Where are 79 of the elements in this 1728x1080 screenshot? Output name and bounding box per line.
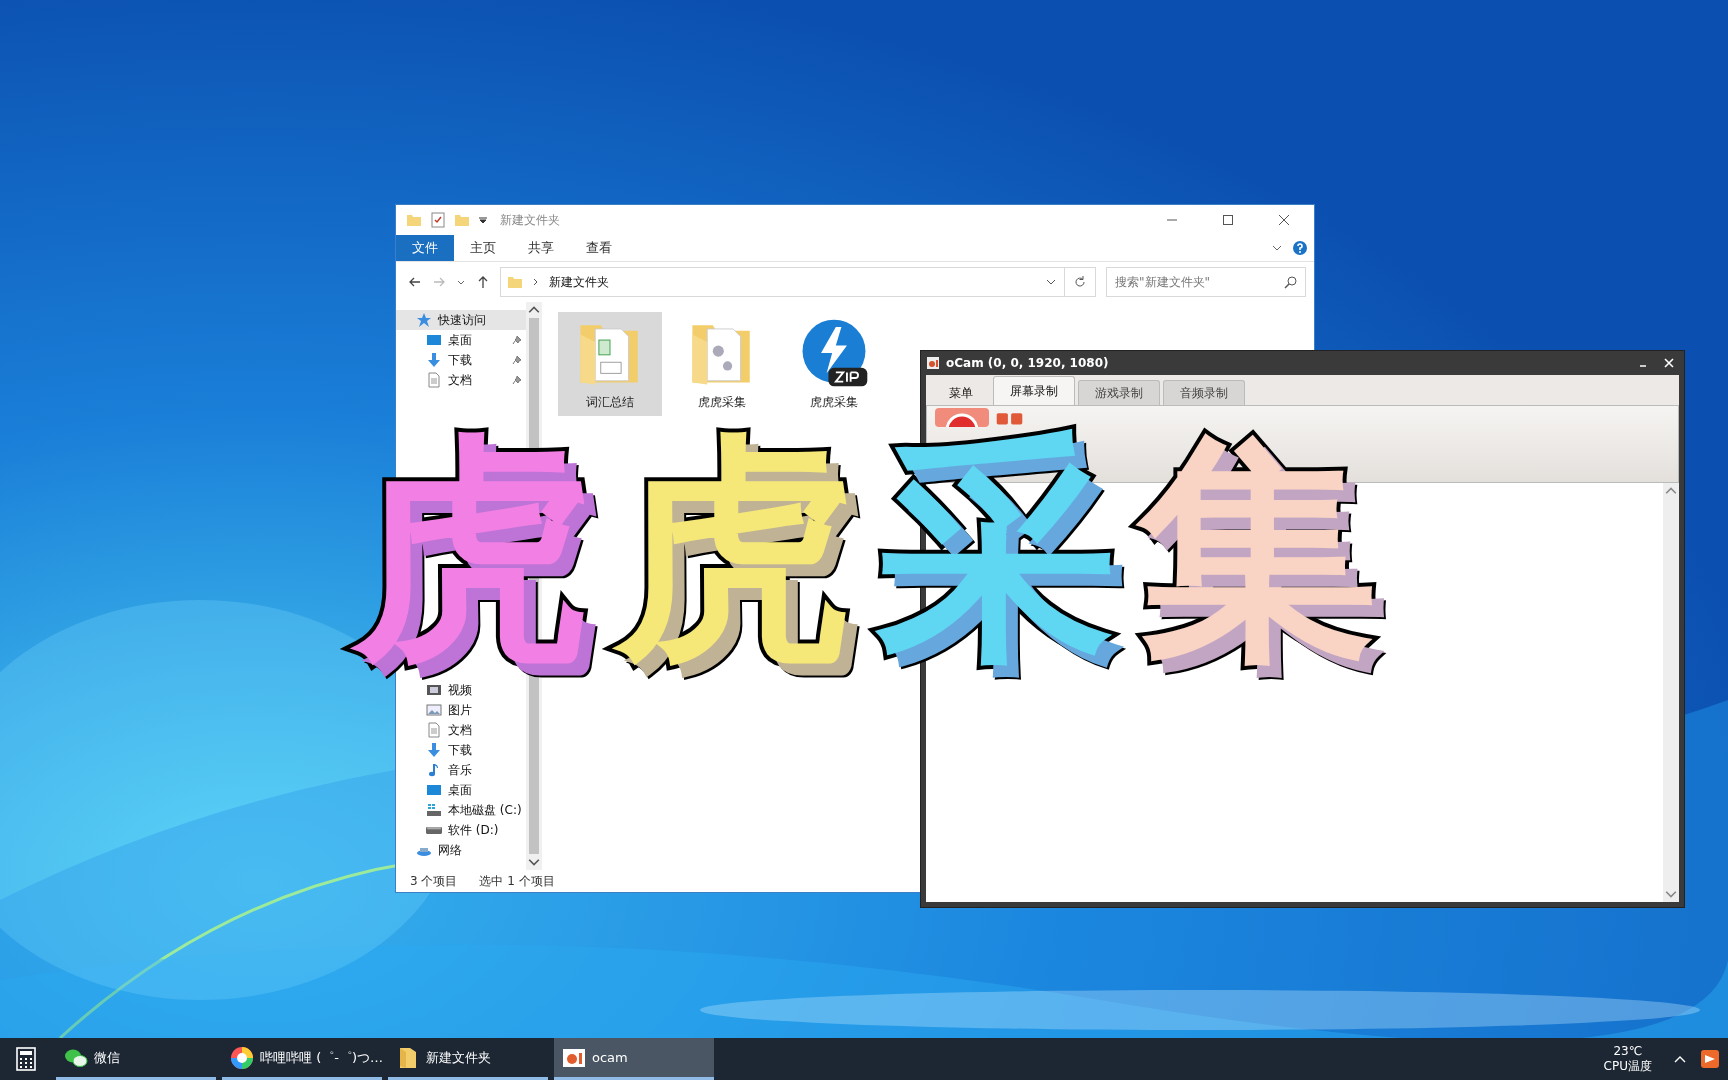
download-arrow-icon	[426, 352, 442, 368]
nav-label: 音乐	[448, 761, 472, 779]
nav-item[interactable]: 文档	[396, 370, 526, 390]
window-title: oCam (0, 0, 1920, 1080)	[946, 356, 1109, 370]
color-wheel-icon	[230, 1045, 254, 1070]
nav-item[interactable]: 下载	[396, 740, 526, 760]
nav-label: 快速访问	[438, 311, 486, 329]
nav-item[interactable]: 本地磁盘 (C:)	[396, 800, 526, 820]
nav-item[interactable]: 音乐	[396, 760, 526, 780]
app-icon	[926, 356, 940, 370]
tab[interactable]: 菜单	[932, 380, 990, 405]
nav-label: 桌面	[448, 331, 472, 349]
address-bar[interactable]: 新建文件夹	[500, 267, 1096, 297]
nav-item[interactable]: 软件 (D:)	[396, 820, 526, 840]
properties-icon[interactable]	[430, 212, 446, 228]
nav-label: 本地磁盘 (C:)	[448, 801, 522, 819]
nav-label: 图片	[448, 701, 472, 719]
file-name: 虎虎采集	[810, 394, 858, 411]
search-field[interactable]: 搜索"新建文件夹"	[1106, 267, 1306, 297]
nav-label: 桌面	[448, 781, 472, 799]
up-arrow-icon[interactable]	[476, 275, 490, 289]
nav-label: 下载	[448, 351, 472, 369]
drive-icon	[426, 826, 442, 834]
picture-icon	[426, 702, 442, 718]
ribbon-tab[interactable]: 主页	[454, 235, 512, 261]
chevron-down-icon[interactable]	[1272, 243, 1282, 253]
selection-count: 选中 1 个项目	[479, 872, 555, 890]
tab[interactable]: 屏幕录制	[993, 376, 1075, 405]
nav-item[interactable]: 网络	[396, 840, 526, 860]
taskbar-button[interactable]: 微信	[56, 1038, 216, 1080]
document-icon	[426, 722, 442, 738]
back-arrow-icon[interactable]	[408, 275, 422, 289]
item-count: 3 个项目	[410, 872, 458, 890]
nav-item[interactable]: 文档	[396, 720, 526, 740]
download-arrow-icon	[426, 742, 442, 758]
folder-icon	[406, 212, 422, 228]
document-icon	[426, 372, 442, 388]
taskbar-button[interactable]: ocam	[554, 1038, 714, 1080]
file-name: 词汇总结	[586, 394, 634, 411]
file-item[interactable]: 词汇总结	[558, 312, 662, 416]
dropdown-icon[interactable]	[478, 215, 488, 225]
file-name: 虎虎采集	[698, 394, 746, 411]
window-title: 新建文件夹	[500, 211, 560, 229]
nav-label: 软件 (D:)	[448, 821, 499, 839]
star-icon	[416, 312, 432, 328]
tab[interactable]: 游戏录制	[1078, 380, 1160, 405]
nav-item[interactable]: 桌面	[396, 780, 526, 800]
search-icon	[1284, 275, 1298, 289]
nav-item[interactable]: 下载	[396, 350, 526, 370]
nav-label: 文档	[448, 721, 472, 739]
tab[interactable]: 音频录制	[1163, 380, 1245, 405]
scrollbar[interactable]	[1663, 483, 1679, 902]
ribbon-tab[interactable]: 查看	[570, 235, 628, 261]
nav-item[interactable]: 快速访问	[396, 310, 526, 330]
nav-label: 网络	[438, 841, 462, 859]
ribbon-tab[interactable]: 共享	[512, 235, 570, 261]
drive-icon	[426, 802, 442, 818]
pin-icon[interactable]	[511, 355, 522, 365]
chevron-up-icon[interactable]	[1674, 1055, 1686, 1063]
desktop-icon	[426, 332, 442, 348]
nav-item[interactable]: 图片	[396, 700, 526, 720]
tray-app-icon[interactable]	[1700, 1049, 1720, 1069]
address-path: 新建文件夹	[549, 273, 609, 291]
temperature-reading: 23℃	[1613, 1044, 1643, 1059]
taskbar-button[interactable]: 哔哩哔哩 (゜-゜)つ…	[222, 1038, 382, 1080]
file-item[interactable]: 虎虎采集	[670, 312, 774, 416]
pin-icon[interactable]	[511, 335, 522, 345]
taskbar-button[interactable]: 新建文件夹	[388, 1038, 548, 1080]
chevron-down-icon[interactable]	[1046, 277, 1056, 287]
ribbon-tab[interactable]: 文件	[396, 235, 454, 261]
temperature-label: CPU温度	[1603, 1059, 1652, 1074]
folder-icon	[507, 274, 523, 290]
file-item[interactable]: 虎虎采集	[782, 312, 886, 416]
pin-icon[interactable]	[511, 375, 522, 385]
nav-item[interactable]: 桌面	[396, 330, 526, 350]
nav-label: 文档	[448, 371, 472, 389]
help-icon[interactable]	[1292, 240, 1308, 256]
nav-label: 下载	[448, 741, 472, 759]
desktop-icon	[426, 782, 442, 798]
